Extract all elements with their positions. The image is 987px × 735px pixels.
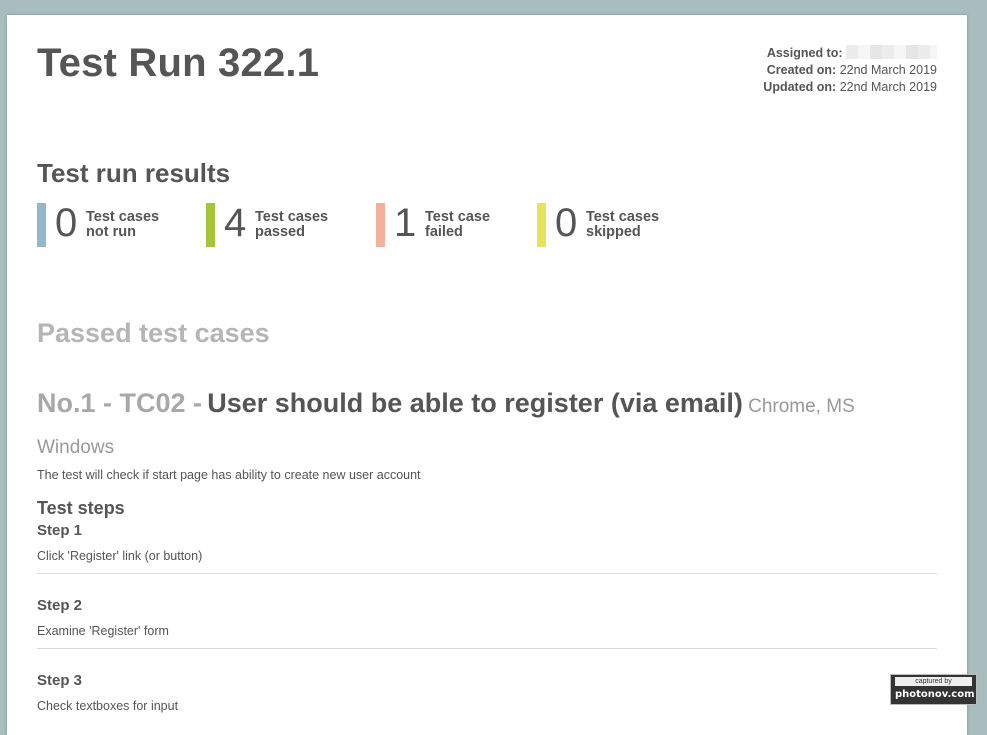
assigned-row: Assigned to: [763,45,937,62]
test-steps-title: Test steps [37,498,125,518]
passed-section-title: Passed test cases [37,318,270,348]
stat-label: Test case failed [425,210,515,240]
run-metadata: Assigned to: Created on: 22nd March 2019… [763,45,937,96]
updated-label: Updated on: [763,80,837,94]
step-text: Click 'Register' link (or button) [37,549,203,563]
results-stats: 0 Test cases not run 4 Test cases passed… [37,201,737,247]
updated-row: Updated on: 22nd March 2019 [763,79,937,96]
stat-label-line1: Test case [425,209,491,225]
stat-count: 0 [55,201,78,245]
stat-count: 0 [555,201,578,245]
capture-watermark: captured by photonov.com [890,674,977,705]
step-divider [37,648,937,649]
stat-count: 4 [224,201,247,245]
page-title: Test Run 322.1 [37,41,320,85]
step-name: Step 1 [37,522,83,539]
results-title: Test run results [37,158,231,188]
test-case-number: No.1 - TC02 - [37,388,203,418]
assigned-label: Assigned to: [766,46,843,60]
stat-label-line1: Test cases [255,209,329,225]
step-name: Step 2 [37,597,83,614]
test-step: Step 3 Check textboxes for input [37,672,937,713]
stat-label-line2: skipped [586,224,641,240]
updated-value: 22nd March 2019 [839,80,937,94]
test-case-name: User should be able to register (via ema… [207,388,743,418]
step-text: Check textboxes for input [37,699,179,713]
watermark-brand: photonov.com [895,689,975,700]
test-case-heading: No.1 - TC02 - User should be able to reg… [37,383,917,468]
stat-color-bar [537,203,546,247]
stat-label: Test cases not run [86,210,176,240]
created-label: Created on: [766,63,837,77]
created-row: Created on: 22nd March 2019 [763,62,937,79]
step-text: Examine 'Register' form [37,624,169,638]
stat-label-line1: Test cases [86,209,160,225]
stat-color-bar [206,203,215,247]
step-name: Step 3 [37,672,83,689]
stat-label-line2: not run [86,224,136,240]
stat-count: 1 [394,201,417,245]
stat-label: Test cases passed [255,210,345,240]
stat-label-line2: failed [425,224,463,240]
assigned-value-redacted [846,45,937,59]
stat-label-line1: Test cases [586,209,660,225]
test-run-report: Test Run 322.1 Assigned to: Created on: … [7,15,967,735]
watermark-caption: captured by [895,677,972,686]
stat-label-line2: passed [255,224,305,240]
test-case-description: The test will check if start page has ab… [37,468,421,482]
test-step: Step 1 Click 'Register' link (or button) [37,522,937,574]
created-value: 22nd March 2019 [839,63,937,77]
step-divider [37,573,937,574]
stat-color-bar [376,203,385,247]
stat-label: Test cases skipped [586,210,676,240]
stat-color-bar [37,203,46,247]
test-step: Step 2 Examine 'Register' form [37,597,937,649]
